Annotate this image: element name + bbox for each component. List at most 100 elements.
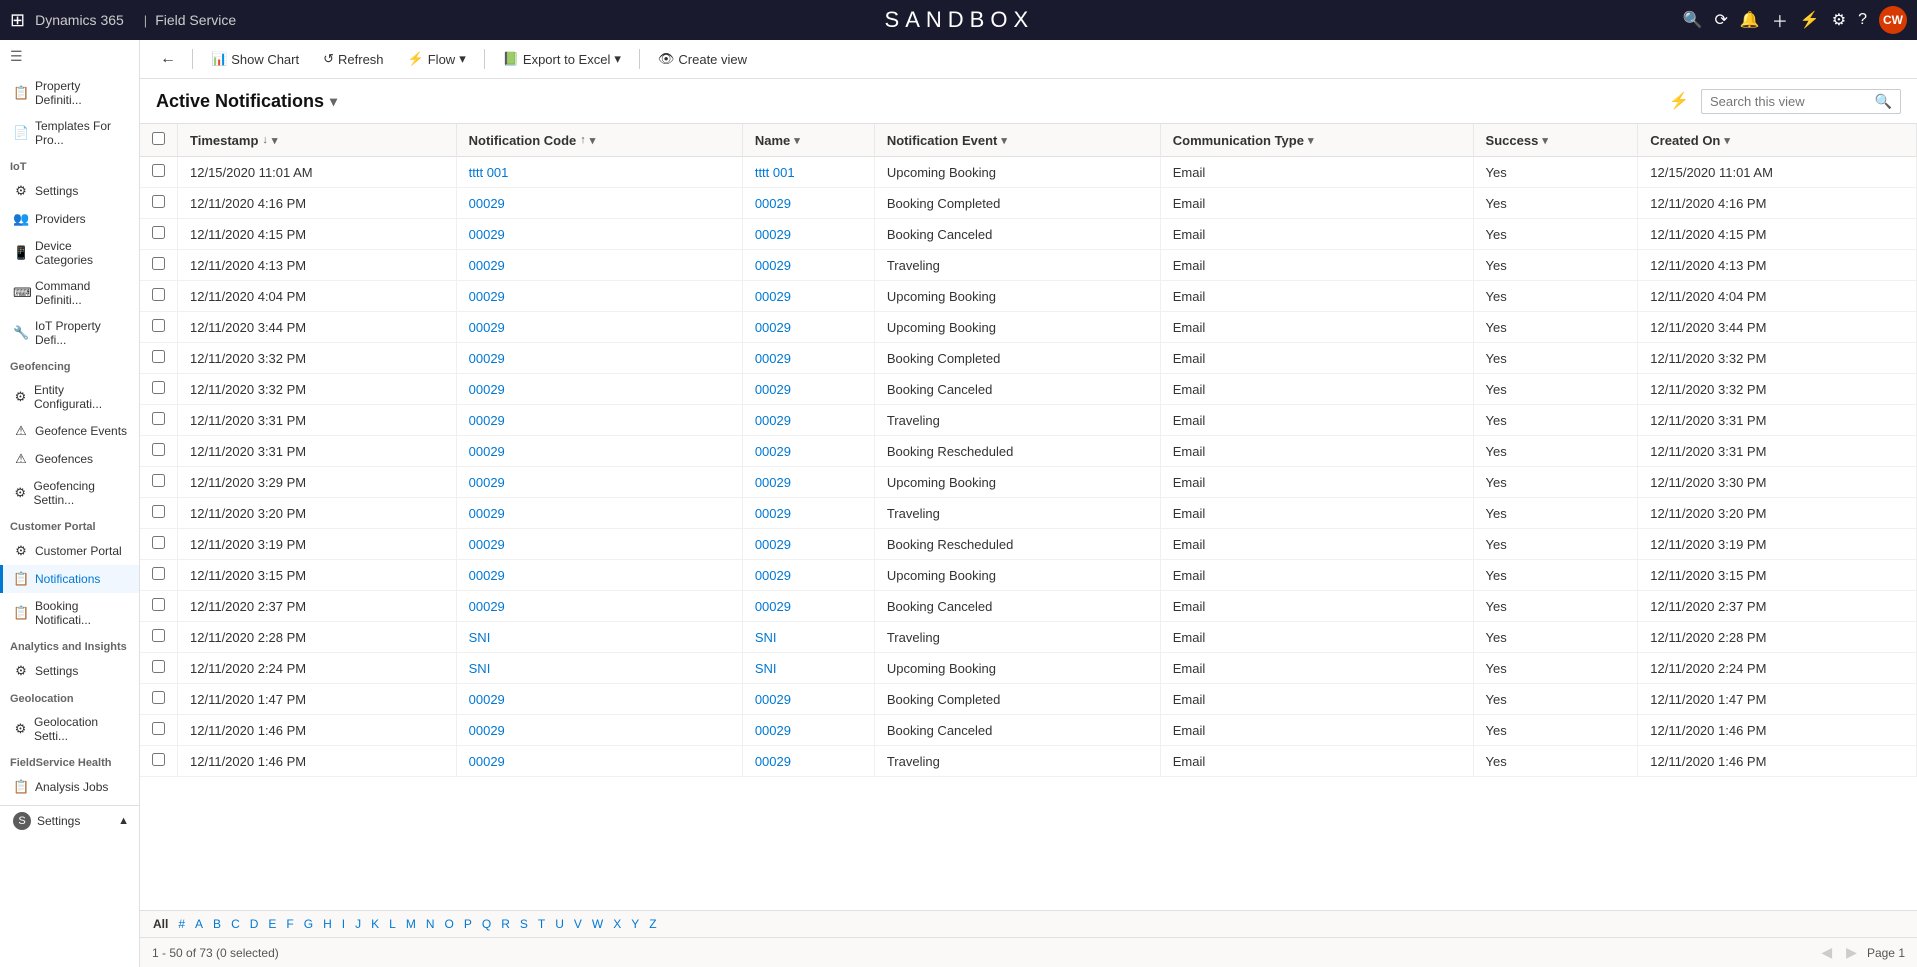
timestamp-filter-icon[interactable]: ▾: [272, 134, 278, 147]
cell-notification-code[interactable]: 00029: [456, 405, 742, 436]
recent-icon[interactable]: ⟳: [1714, 10, 1727, 30]
notification-code-link[interactable]: SNI: [469, 630, 491, 645]
add-icon[interactable]: ＋: [1772, 8, 1788, 32]
sidebar-item-geofence-events[interactable]: ⚠ Geofence Events: [0, 417, 139, 445]
sidebar-item-entity-config[interactable]: ⚙ Entity Configurati...: [0, 377, 139, 417]
name-link[interactable]: 00029: [755, 444, 791, 459]
notification-code-link[interactable]: 00029: [469, 258, 505, 273]
alpha-btn-#[interactable]: #: [173, 915, 190, 933]
row-checkbox-cell[interactable]: [140, 405, 178, 436]
cell-notification-code[interactable]: tttt 001: [456, 157, 742, 188]
name-link[interactable]: 00029: [755, 289, 791, 304]
th-timestamp[interactable]: Timestamp ↓ ▾: [178, 124, 457, 157]
next-page-button[interactable]: ▶: [1842, 942, 1861, 963]
name-filter-icon[interactable]: ▾: [794, 134, 800, 147]
name-link[interactable]: 00029: [755, 227, 791, 242]
notification-code-link[interactable]: 00029: [469, 289, 505, 304]
sidebar-item-notifications[interactable]: 📋 Notifications: [0, 565, 139, 593]
cell-name[interactable]: 00029: [742, 405, 874, 436]
row-checkbox-cell[interactable]: [140, 374, 178, 405]
name-link[interactable]: 00029: [755, 196, 791, 211]
alpha-btn-all[interactable]: All: [148, 915, 173, 933]
th-notification-event[interactable]: Notification Event ▾: [874, 124, 1160, 157]
notification-code-link[interactable]: SNI: [469, 661, 491, 676]
row-checkbox-cell[interactable]: [140, 343, 178, 374]
row-checkbox[interactable]: [152, 195, 165, 208]
sidebar-item-templates[interactable]: 📄 Templates For Pro...: [0, 113, 139, 153]
cell-name[interactable]: SNI: [742, 622, 874, 653]
notification-code-link[interactable]: 00029: [469, 754, 505, 769]
name-link[interactable]: 00029: [755, 320, 791, 335]
comm-type-filter-icon[interactable]: ▾: [1308, 134, 1314, 147]
name-link[interactable]: 00029: [755, 692, 791, 707]
create-view-button[interactable]: 👁 Create view: [648, 46, 757, 72]
cell-notification-code[interactable]: 00029: [456, 281, 742, 312]
row-checkbox-cell[interactable]: [140, 591, 178, 622]
row-checkbox[interactable]: [152, 319, 165, 332]
sidebar-item-geofences[interactable]: ⚠ Geofences: [0, 445, 139, 473]
row-checkbox-cell[interactable]: [140, 467, 178, 498]
sidebar-item-providers[interactable]: 👥 Providers: [0, 205, 139, 233]
refresh-button[interactable]: ↺ Refresh: [313, 46, 393, 72]
cell-notification-code[interactable]: SNI: [456, 622, 742, 653]
cell-notification-code[interactable]: 00029: [456, 343, 742, 374]
alpha-btn-m[interactable]: M: [401, 915, 421, 933]
notifications-bell-icon[interactable]: 🔔: [1740, 10, 1760, 30]
cell-name[interactable]: 00029: [742, 591, 874, 622]
cell-notification-code[interactable]: 00029: [456, 560, 742, 591]
sidebar-item-geolocation-settings[interactable]: ⚙ Geolocation Setti...: [0, 709, 139, 749]
row-checkbox-cell[interactable]: [140, 281, 178, 312]
row-checkbox[interactable]: [152, 567, 165, 580]
row-checkbox[interactable]: [152, 474, 165, 487]
name-link[interactable]: 00029: [755, 723, 791, 738]
cell-notification-code[interactable]: 00029: [456, 312, 742, 343]
row-checkbox[interactable]: [152, 288, 165, 301]
row-checkbox[interactable]: [152, 381, 165, 394]
cell-name[interactable]: 00029: [742, 684, 874, 715]
sidebar-item-command-def[interactable]: ⌨ Command Definiti...: [0, 273, 139, 313]
cell-name[interactable]: 00029: [742, 529, 874, 560]
th-communication-type[interactable]: Communication Type ▾: [1160, 124, 1473, 157]
search-box[interactable]: 🔍: [1701, 89, 1901, 114]
prev-page-button[interactable]: ◀: [1817, 942, 1836, 963]
sidebar-item-settings-bottom[interactable]: S Settings ▲: [0, 806, 139, 836]
alpha-btn-t[interactable]: T: [533, 915, 550, 933]
alpha-btn-u[interactable]: U: [550, 915, 569, 933]
sidebar-item-settings[interactable]: ⚙ Settings: [0, 177, 139, 205]
name-link[interactable]: 00029: [755, 506, 791, 521]
th-success[interactable]: Success ▾: [1473, 124, 1638, 157]
sidebar-item-device-categories[interactable]: 📱 Device Categories: [0, 233, 139, 273]
notification-code-link[interactable]: 00029: [469, 413, 505, 428]
row-checkbox[interactable]: [152, 412, 165, 425]
name-link[interactable]: 00029: [755, 351, 791, 366]
search-input[interactable]: [1710, 94, 1875, 109]
notification-code-link[interactable]: 00029: [469, 227, 505, 242]
alpha-btn-x[interactable]: X: [608, 915, 626, 933]
alpha-btn-l[interactable]: L: [384, 915, 401, 933]
name-link[interactable]: 00029: [755, 413, 791, 428]
row-checkbox[interactable]: [152, 598, 165, 611]
cell-name[interactable]: tttt 001: [742, 157, 874, 188]
alpha-btn-w[interactable]: W: [587, 915, 608, 933]
cell-notification-code[interactable]: 00029: [456, 219, 742, 250]
notification-code-link[interactable]: 00029: [469, 196, 505, 211]
filter-icon[interactable]: ⚡: [1800, 10, 1820, 30]
row-checkbox[interactable]: [152, 350, 165, 363]
row-checkbox-cell[interactable]: [140, 653, 178, 684]
cell-notification-code[interactable]: 00029: [456, 746, 742, 777]
notification-code-link[interactable]: 00029: [469, 599, 505, 614]
created-on-filter-icon[interactable]: ▾: [1724, 134, 1730, 147]
select-all-checkbox[interactable]: [152, 132, 165, 145]
notif-code-filter-icon[interactable]: ▾: [590, 134, 596, 147]
cell-name[interactable]: 00029: [742, 746, 874, 777]
name-link[interactable]: 00029: [755, 568, 791, 583]
cell-notification-code[interactable]: 00029: [456, 591, 742, 622]
alpha-btn-v[interactable]: V: [569, 915, 587, 933]
row-checkbox[interactable]: [152, 753, 165, 766]
alpha-btn-c[interactable]: C: [226, 915, 245, 933]
cell-name[interactable]: 00029: [742, 715, 874, 746]
alpha-btn-p[interactable]: P: [459, 915, 477, 933]
row-checkbox-cell[interactable]: [140, 529, 178, 560]
row-checkbox-cell[interactable]: [140, 715, 178, 746]
cell-name[interactable]: 00029: [742, 374, 874, 405]
